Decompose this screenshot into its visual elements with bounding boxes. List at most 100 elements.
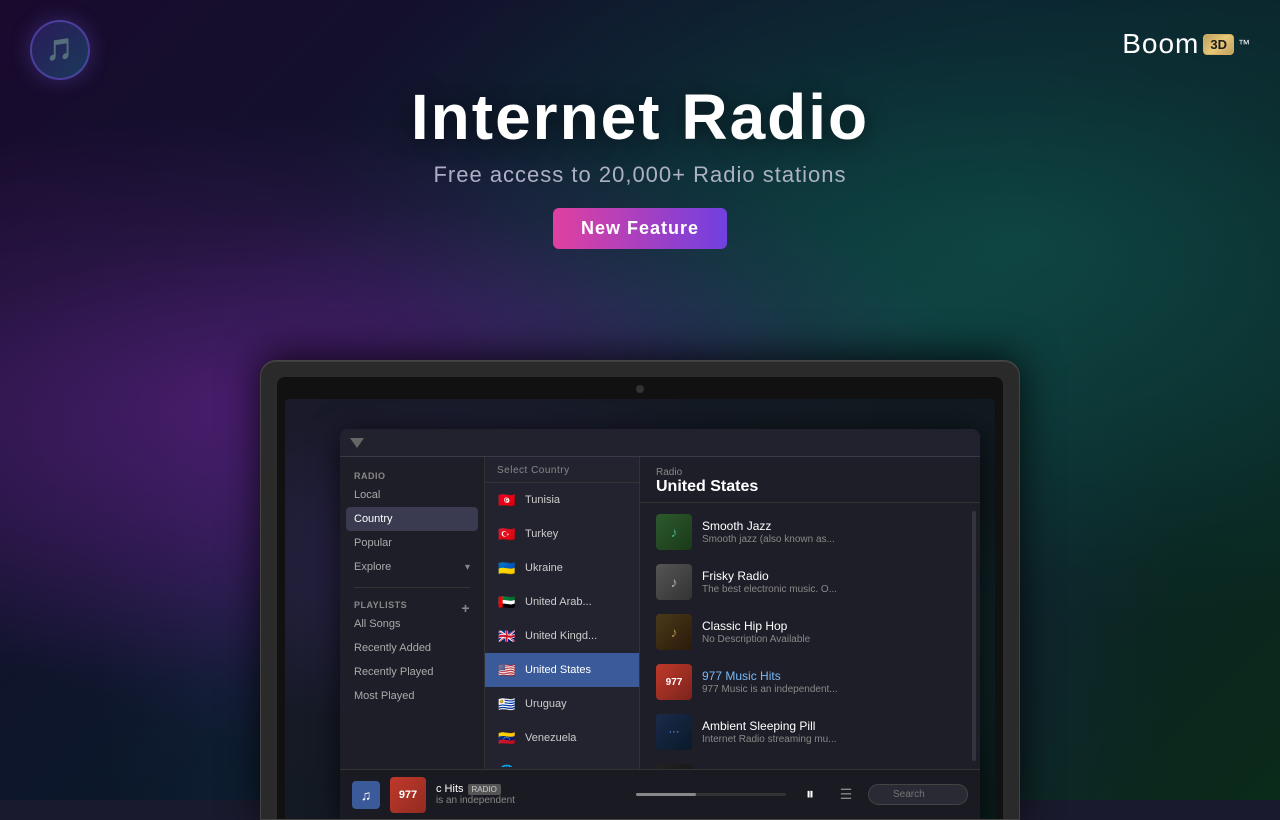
flag-venezuela: 🇻🇪 — [497, 728, 517, 748]
player-app-icon: ♫ — [352, 781, 380, 809]
station-thumb-977: 977 — [656, 664, 692, 700]
radio-country: United States — [656, 478, 964, 496]
app-logo[interactable]: 🎵 — [30, 20, 90, 80]
app-body: Radio Local Country Popular Exp — [340, 457, 980, 769]
search-input[interactable] — [868, 784, 968, 805]
new-feature-badge[interactable]: New Feature — [553, 208, 727, 249]
flag-world: 🌐 — [497, 762, 517, 767]
hero-title: Internet Radio — [0, 80, 1280, 154]
sidebar: Radio Local Country Popular Exp — [340, 457, 485, 769]
laptop-frame: Radio Local Country Popular Exp — [260, 360, 1020, 820]
sidebar-divider — [354, 587, 470, 588]
station-item-smooth-jazz[interactable]: ♪ Smooth Jazz Smooth jazz (also known as… — [640, 507, 968, 557]
station-name-ambient: Ambient Sleeping Pill — [702, 719, 952, 733]
country-item-uruguay[interactable]: 🇺🇾 Uruguay — [485, 687, 639, 721]
sidebar-section-playlists: Playlists + — [340, 596, 484, 612]
country-item-uk[interactable]: 🇬🇧 United Kingd... — [485, 619, 639, 653]
play-pause-button[interactable]: ⏸ — [796, 781, 824, 809]
brand-name: Boom — [1122, 28, 1199, 60]
flag-uruguay: 🇺🇾 — [497, 694, 517, 714]
chevron-down-icon: ▾ — [465, 562, 470, 573]
radio-label: Radio — [656, 467, 964, 478]
screen-bezel: Radio Local Country Popular Exp — [277, 377, 1003, 819]
station-thumb-frisky: ♪ — [656, 564, 692, 600]
station-name-smooth-jazz: Smooth Jazz — [702, 519, 952, 533]
hero-section: Internet Radio Free access to 20,000+ Ra… — [0, 80, 1280, 249]
flag-us: 🇺🇸 — [497, 660, 517, 680]
sidebar-item-country[interactable]: Country — [346, 507, 478, 531]
queue-button[interactable]: ☰ — [834, 783, 858, 807]
app-window: Radio Local Country Popular Exp — [340, 429, 980, 819]
sidebar-item-explore[interactable]: Explore ▾ — [340, 555, 484, 579]
brand-suffix: 3D — [1203, 34, 1234, 55]
station-thumb-ambient: ··· — [656, 714, 692, 750]
player-track: c Hits — [436, 783, 464, 795]
laptop-body: Radio Local Country Popular Exp — [260, 360, 1020, 820]
country-item-ukraine[interactable]: 🇺🇦 Ukraine — [485, 551, 639, 585]
station-info-hiphop: Classic Hip Hop No Description Available — [702, 619, 952, 645]
music-icon: ♫ — [361, 787, 372, 803]
search-wrap: 🔍 — [868, 784, 968, 805]
player-info: c Hits RADIO is an independent — [436, 783, 626, 806]
add-playlist-button[interactable]: + — [461, 600, 470, 616]
station-item-977[interactable]: 977 977 Music Hits 977 Music is an indep… — [640, 657, 968, 707]
station-desc-frisky: The best electronic music. O... — [702, 584, 952, 595]
station-name-frisky: Frisky Radio — [702, 569, 952, 583]
laptop-screen: Radio Local Country Popular Exp — [285, 399, 995, 819]
station-desc-smooth-jazz: Smooth jazz (also known as... — [702, 534, 952, 545]
station-item-hiphop[interactable]: ♪ Classic Hip Hop No Description Availab… — [640, 607, 968, 657]
country-item-us[interactable]: 🇺🇸 United States — [485, 653, 639, 687]
title-bar — [340, 429, 980, 457]
sidebar-item-most-played[interactable]: Most Played — [340, 684, 484, 708]
sidebar-item-recently-added[interactable]: Recently Added — [340, 636, 484, 660]
station-item-ambient[interactable]: ··· Ambient Sleeping Pill Internet Radio… — [640, 707, 968, 757]
flag-ukraine: 🇺🇦 — [497, 558, 517, 578]
country-panel-header: Select Country — [485, 457, 639, 483]
player-album-art: 977 — [390, 777, 426, 813]
station-item-bloomberg[interactable]: B WBBR Bloomberg Radio Bloomberg is the … — [640, 757, 968, 769]
sidebar-section-radio: Radio — [340, 467, 484, 483]
station-item-frisky[interactable]: ♪ Frisky Radio The best electronic music… — [640, 557, 968, 607]
camera — [636, 385, 644, 393]
hero-subtitle: Free access to 20,000+ Radio stations — [0, 162, 1280, 188]
station-name-hiphop: Classic Hip Hop — [702, 619, 952, 633]
station-desc-ambient: Internet Radio streaming mu... — [702, 734, 952, 745]
player-radio-badge: RADIO — [468, 784, 501, 795]
country-item-uae[interactable]: 🇦🇪 United Arab... — [485, 585, 639, 619]
country-item-world[interactable]: 🌐 World — [485, 755, 639, 767]
station-list: ♪ Smooth Jazz Smooth jazz (also known as… — [640, 503, 968, 769]
sidebar-item-local[interactable]: Local — [340, 483, 484, 507]
player-progress-fill — [636, 793, 696, 796]
brand-trademark: ™ — [1238, 37, 1250, 51]
flag-turkey: 🇹🇷 — [497, 524, 517, 544]
station-thumb-smooth-jazz: ♪ — [656, 514, 692, 550]
station-desc-977: 977 Music is an independent... — [702, 684, 952, 695]
station-thumb-hiphop: ♪ — [656, 614, 692, 650]
menu-triangle-icon[interactable] — [350, 438, 364, 448]
player-progress-bar[interactable] — [636, 793, 786, 796]
logo-icon: 🎵 — [46, 37, 73, 63]
flag-uae: 🇦🇪 — [497, 592, 517, 612]
station-info-frisky: Frisky Radio The best electronic music. … — [702, 569, 952, 595]
sidebar-item-popular[interactable]: Popular — [340, 531, 484, 555]
flag-tunisia: 🇹🇳 — [497, 490, 517, 510]
station-name-977: 977 Music Hits — [702, 669, 952, 683]
station-info-smooth-jazz: Smooth Jazz Smooth jazz (also known as..… — [702, 519, 952, 545]
sidebar-item-recently-played[interactable]: Recently Played — [340, 660, 484, 684]
scrollbar[interactable] — [972, 511, 976, 761]
country-item-venezuela[interactable]: 🇻🇪 Venezuela — [485, 721, 639, 755]
country-item-tunisia[interactable]: 🇹🇳 Tunisia — [485, 483, 639, 517]
sidebar-item-all-songs[interactable]: All Songs — [340, 612, 461, 636]
flag-uk: 🇬🇧 — [497, 626, 517, 646]
radio-header: Radio United States — [640, 457, 980, 503]
station-desc-hiphop: No Description Available — [702, 634, 952, 645]
player-bar: ♫ 977 c Hits RADIO is an independent — [340, 769, 980, 819]
radio-stations-panel: Radio United States ♪ — [640, 457, 980, 769]
player-artist: is an independent — [436, 795, 626, 806]
station-info-977: 977 Music Hits 977 Music is an independe… — [702, 669, 952, 695]
country-list: 🇹🇳 Tunisia 🇹🇷 Turkey 🇺🇦 Ukraine — [485, 483, 639, 767]
country-panel: Select Country 🇹🇳 Tunisia 🇹🇷 Turkey — [485, 457, 640, 769]
country-item-turkey[interactable]: 🇹🇷 Turkey — [485, 517, 639, 551]
station-info-ambient: Ambient Sleeping Pill Internet Radio str… — [702, 719, 952, 745]
brand-area: Boom 3D ™ — [1122, 28, 1250, 60]
